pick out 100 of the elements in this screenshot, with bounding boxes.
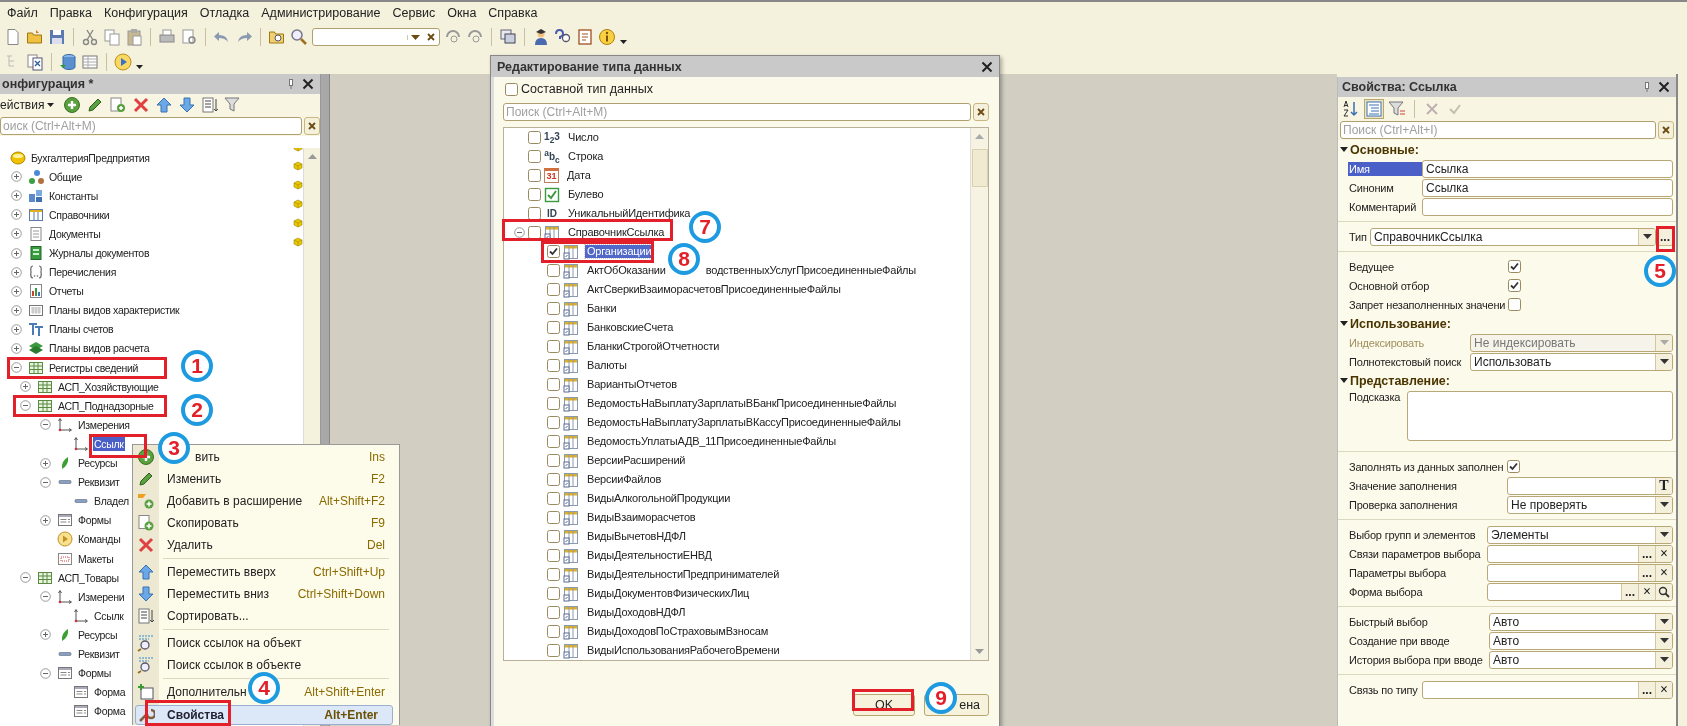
tree-item[interactable]: Форма <box>93 685 127 700</box>
tree-item[interactable]: Команды <box>77 532 122 547</box>
type-item[interactable]: ВидыВзаиморасчетов <box>585 511 698 524</box>
property-checkbox[interactable] <box>1508 279 1521 292</box>
menu-item[interactable]: вить <box>195 450 220 464</box>
text-field[interactable]: ... × <box>1487 582 1673 601</box>
type-checkbox[interactable] <box>547 264 560 277</box>
type-item[interactable]: ВидыДеятельностиЕНВД <box>585 549 714 562</box>
composite-checkbox[interactable] <box>505 82 518 96</box>
text-field[interactable] <box>1422 197 1673 216</box>
type-checkbox[interactable] <box>547 454 560 467</box>
tree-item[interactable]: Формы <box>77 513 112 528</box>
book-icon[interactable] <box>576 28 594 46</box>
menu-item[interactable]: Справка <box>488 6 538 20</box>
tree-item[interactable]: Регистры сведений <box>48 360 140 375</box>
close-icon[interactable] <box>302 78 314 90</box>
arrow-up-icon[interactable] <box>155 96 174 114</box>
tree-item[interactable]: Общие <box>48 169 84 184</box>
collapse-icon[interactable] <box>1340 378 1348 383</box>
tree-item[interactable]: Реквизит <box>77 647 121 661</box>
cut-icon[interactable] <box>81 28 99 46</box>
tree-item[interactable]: Перечисления <box>48 265 118 280</box>
categories-icon[interactable] <box>1365 99 1383 118</box>
type-checkbox[interactable] <box>547 435 560 448</box>
text-field[interactable]: ... × <box>1422 680 1673 699</box>
dropdown-field[interactable]: Авто <box>1489 612 1673 631</box>
type-item[interactable]: БанковскиеСчета <box>585 321 676 334</box>
type-checkbox[interactable] <box>547 302 560 315</box>
text-field[interactable]: ... × <box>1487 544 1673 563</box>
type-checkbox[interactable] <box>528 207 541 220</box>
expand-icon[interactable] <box>11 343 22 354</box>
type-checkbox[interactable] <box>547 606 560 619</box>
property-checkbox[interactable] <box>1507 460 1520 473</box>
type-item[interactable]: БланкиСтрогойОтчетности <box>585 340 722 353</box>
search-button[interactable] <box>1655 583 1672 600</box>
find-next-icon[interactable] <box>444 28 462 46</box>
type-item[interactable]: АктОбОказании <box>585 264 668 277</box>
tree-item[interactable]: АСП_Хозяйствующие <box>57 379 160 394</box>
field-button[interactable]: × <box>1638 583 1655 600</box>
expand-icon[interactable] <box>11 190 22 202</box>
expand-icon[interactable] <box>40 457 51 469</box>
type-item[interactable]: ВедомостьНаВыплатуЗарплатыВКассуПрисоединенныеФайлы <box>585 416 903 429</box>
type-item[interactable]: Банки <box>585 302 619 315</box>
tree-item[interactable]: Ссылк <box>93 608 125 623</box>
menu-item[interactable]: Отладка <box>199 6 250 20</box>
menu-item[interactable]: Правка <box>49 6 92 20</box>
field-button[interactable]: ... <box>1638 564 1655 581</box>
type-item[interactable]: Валюты <box>585 359 629 372</box>
menu-item[interactable]: Окна <box>447 6 477 20</box>
menu-item[interactable]: Удалить <box>167 538 213 552</box>
tree-item[interactable]: БухгалтерияПредприятия <box>30 150 151 165</box>
menu-item[interactable]: Сервис <box>392 6 436 20</box>
expand-icon[interactable] <box>11 304 22 316</box>
expand-icon[interactable] <box>11 209 22 221</box>
type-checkbox[interactable] <box>547 245 560 258</box>
menu-item[interactable]: Добавить в расширение <box>167 494 303 508</box>
type-item[interactable]: ВидыДоходовНДФЛ <box>585 606 688 619</box>
type-checkbox[interactable] <box>547 359 560 372</box>
menu-item[interactable]: Файл <box>7 6 38 20</box>
expand-icon[interactable] <box>11 266 22 278</box>
tree-item[interactable]: Константы <box>48 188 99 203</box>
text-field[interactable]: ... × <box>1487 563 1673 582</box>
clear-icon[interactable] <box>976 106 986 117</box>
user-icon[interactable] <box>532 28 550 46</box>
search-combo-field[interactable] <box>312 28 440 46</box>
clear-icon[interactable] <box>307 121 317 131</box>
play-icon[interactable] <box>114 53 132 71</box>
menu-item[interactable]: Конфигурация <box>103 6 188 20</box>
scrollbar[interactable] <box>970 128 988 660</box>
dropdown-field[interactable]: Авто <box>1489 650 1673 669</box>
print-icon[interactable] <box>158 28 176 46</box>
menu-item[interactable]: Переместить вверх <box>167 565 276 579</box>
search-icon[interactable] <box>290 28 308 46</box>
tree-item[interactable]: Отчеты <box>48 284 85 299</box>
dropdown-button[interactable] <box>1655 613 1672 630</box>
type-item[interactable]: ВидыДокументовФизическихЛиц <box>585 587 752 600</box>
save-icon[interactable] <box>48 28 66 46</box>
property-checkbox[interactable] <box>1508 260 1521 273</box>
type-checkbox[interactable] <box>547 644 560 657</box>
caret-icon[interactable] <box>47 103 55 107</box>
tree-item[interactable]: Ресурсы <box>77 627 119 642</box>
dropdown-button[interactable] <box>1638 228 1655 245</box>
expand-icon[interactable] <box>11 323 22 335</box>
tree-item[interactable]: Справочники <box>48 207 111 222</box>
tree-item[interactable]: Форма <box>93 704 127 719</box>
folder-search-icon[interactable] <box>268 28 286 46</box>
type-item[interactable]: ВариантыОтчетов <box>585 378 679 391</box>
pin-icon[interactable] <box>1644 82 1650 92</box>
clear-icon[interactable] <box>1661 125 1671 135</box>
menu-item[interactable]: Свойства Alt+Enter <box>135 705 393 725</box>
preview-icon[interactable] <box>180 28 198 46</box>
type-item[interactable]: ВидыИспользованияРабочегоВремени <box>585 644 782 657</box>
text-field[interactable]: Ссылка <box>1422 178 1673 197</box>
type-item[interactable]: ВерсииРасширений <box>585 454 688 467</box>
collapse-icon[interactable] <box>1340 147 1348 152</box>
property-checkbox[interactable] <box>1508 298 1521 311</box>
caret-icon[interactable] <box>407 34 423 40</box>
type-checkbox[interactable] <box>547 321 560 334</box>
text-field[interactable]: T <box>1507 476 1673 495</box>
type-checkbox[interactable] <box>528 169 541 182</box>
